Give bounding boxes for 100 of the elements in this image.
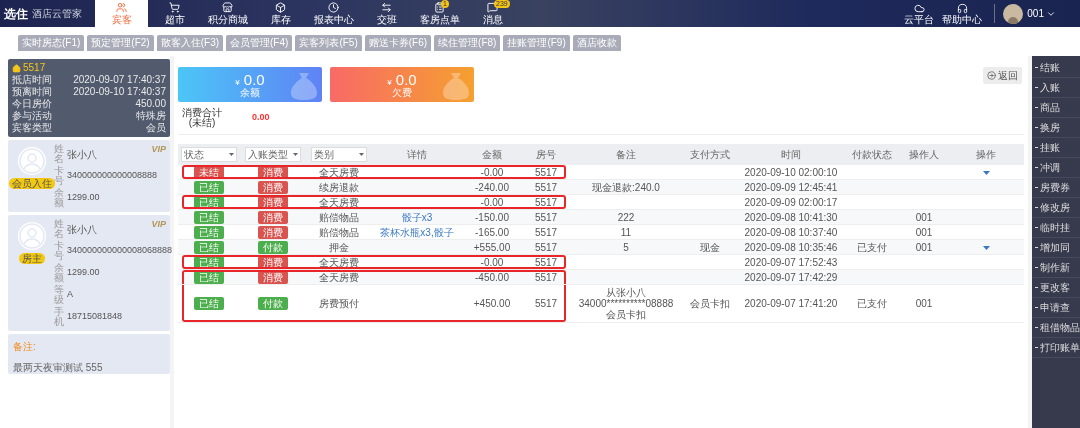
- status-tag: 付款: [258, 241, 288, 254]
- dash-icon: [1035, 267, 1038, 268]
- nav-tab[interactable]: 交班: [360, 0, 413, 27]
- sidebar-action[interactable]: 申请查: [1032, 298, 1080, 318]
- table-cell-text: 2020-09-09 12:45:41: [743, 181, 839, 195]
- toolbar-button[interactable]: 帮助中心: [938, 0, 987, 27]
- table-cell-text: 从张小八 34000**********08888 会员卡扣: [577, 287, 675, 320]
- amount-text: 0.0: [243, 71, 265, 87]
- table-cell-text: 押金: [328, 241, 350, 255]
- filter-dropdown[interactable]: 类别: [311, 147, 367, 162]
- column-header: 房号: [535, 148, 557, 162]
- note-text: 最两天夜审测试 555: [13, 362, 103, 373]
- dropdown-caret-icon[interactable]: [982, 170, 990, 175]
- table-cell-text: 会员卡扣: [689, 297, 731, 311]
- sidebar-action[interactable]: 结账: [1032, 58, 1080, 78]
- filter-dropdown[interactable]: 入账类型: [245, 147, 301, 162]
- table-cell-text: 全天房费: [318, 166, 360, 180]
- info-label: 抵店时间: [12, 74, 52, 86]
- table-cell-text: 2020-09-08 10:35:46: [743, 241, 839, 255]
- field-label: 姓名: [54, 144, 64, 164]
- field-value: 18715081848: [67, 310, 123, 324]
- table-cell-text: 5517: [533, 271, 559, 285]
- table-cell-text: 房费预付: [318, 297, 360, 311]
- dash-icon: [1035, 207, 1038, 208]
- note-label: 备注:: [13, 340, 37, 354]
- sidebar-action[interactable]: 挂账: [1032, 138, 1080, 158]
- sidebar-action[interactable]: 临时挂: [1032, 218, 1080, 238]
- currency-sign: ¥: [387, 78, 392, 87]
- sidebar-action[interactable]: 冲调: [1032, 158, 1080, 178]
- sidebar-action[interactable]: 打印账单: [1032, 338, 1080, 358]
- field-label: 余额: [54, 188, 64, 208]
- status-tag: 消费: [258, 226, 288, 239]
- table-cell-text: 001: [914, 241, 934, 255]
- card-label: 欠费: [392, 86, 412, 98]
- table-cell-text: 5517: [533, 211, 559, 225]
- sidebar-action[interactable]: 租借物品: [1032, 318, 1080, 338]
- sidebar-action[interactable]: 房费券: [1032, 178, 1080, 198]
- table-cell-text: 赔偿物品: [318, 211, 360, 225]
- table-cell-text: 5517: [533, 241, 559, 255]
- table-cell-text: 5517: [533, 256, 559, 270]
- filter-dropdown[interactable]: 状态: [181, 147, 237, 162]
- role-badge: 会员入住: [9, 178, 55, 189]
- status-tag: 已结: [194, 226, 224, 239]
- caret-icon: [229, 153, 234, 156]
- vip-mark: VIP: [151, 143, 166, 156]
- sidebar-action[interactable]: 修改房: [1032, 198, 1080, 218]
- nav-tab[interactable]: 报表中心: [307, 0, 360, 27]
- detail-link[interactable]: 骰子x3: [372, 210, 462, 225]
- table-cell-text: 2020-09-07 17:52:43: [743, 256, 839, 270]
- cart-icon: [169, 2, 180, 13]
- sidebar-action[interactable]: 更改客: [1032, 278, 1080, 298]
- clipboard-icon: [434, 2, 445, 13]
- field-label: 姓名: [54, 219, 64, 239]
- field-value: 1299.00: [67, 266, 100, 280]
- column-header: 支付方式: [689, 148, 731, 162]
- swap-icon: [381, 2, 392, 13]
- sidebar-action[interactable]: 增加同: [1032, 238, 1080, 258]
- table-cell-text: 222: [616, 212, 636, 223]
- column-header: 备注: [615, 148, 637, 162]
- table-cell-text: 5517: [533, 297, 559, 311]
- field-label: 卡号: [54, 166, 64, 186]
- sidebar-action[interactable]: 商品: [1032, 98, 1080, 118]
- dropdown-caret-icon[interactable]: [982, 245, 990, 250]
- logo-subtitle: 酒店云管家: [32, 7, 82, 21]
- dash-icon: [1035, 307, 1038, 308]
- table-cell-text: 全天房费: [318, 271, 360, 285]
- toolbar-button[interactable]: 云平台: [900, 0, 939, 27]
- table-cell-text: 续房退款: [318, 181, 360, 195]
- table-cell-text: -150.00: [474, 211, 510, 225]
- sidebar-action[interactable]: 入账: [1032, 78, 1080, 98]
- column-header: 付款状态: [851, 148, 893, 162]
- nav-tab[interactable]: 积分商城: [201, 0, 254, 27]
- table-cell-text: 已支付: [856, 297, 888, 311]
- info-label: 参与活动: [12, 110, 52, 122]
- back-button[interactable]: 返回: [983, 67, 1022, 84]
- user-menu[interactable]: 001: [1023, 0, 1080, 27]
- detail-link[interactable]: 茶杯水瓶x3,骰子: [372, 225, 462, 240]
- field-value: 340000000000008068888: [67, 244, 173, 258]
- table-cell-text: 001: [914, 297, 934, 311]
- nav-tab[interactable]: 库存: [254, 0, 307, 27]
- avatar-icon: [18, 147, 46, 175]
- table-cell-text: 11: [619, 227, 633, 238]
- column-header: 金额: [481, 148, 503, 162]
- headset-icon: [956, 2, 968, 14]
- dash-icon: [1035, 107, 1038, 108]
- sidebar-action[interactable]: 换房: [1032, 118, 1080, 138]
- field-value: 张小八: [67, 147, 97, 162]
- table-cell-text: -165.00: [474, 226, 510, 240]
- table-cell-text: 5517: [533, 226, 559, 240]
- cloud-icon: [913, 2, 925, 14]
- currency-sign: ¥: [235, 78, 240, 87]
- sidebar-action[interactable]: 制作新: [1032, 258, 1080, 278]
- nav-tab[interactable]: 超市: [148, 0, 201, 27]
- status-tag: 已结: [194, 297, 224, 310]
- column-header: 时间: [780, 148, 802, 162]
- logo-text: 选住: [4, 5, 28, 23]
- dash-icon: [1035, 67, 1038, 68]
- money-bag-icon: [290, 71, 318, 101]
- avatar-icon: [18, 222, 46, 250]
- user-avatar[interactable]: [1003, 3, 1024, 24]
